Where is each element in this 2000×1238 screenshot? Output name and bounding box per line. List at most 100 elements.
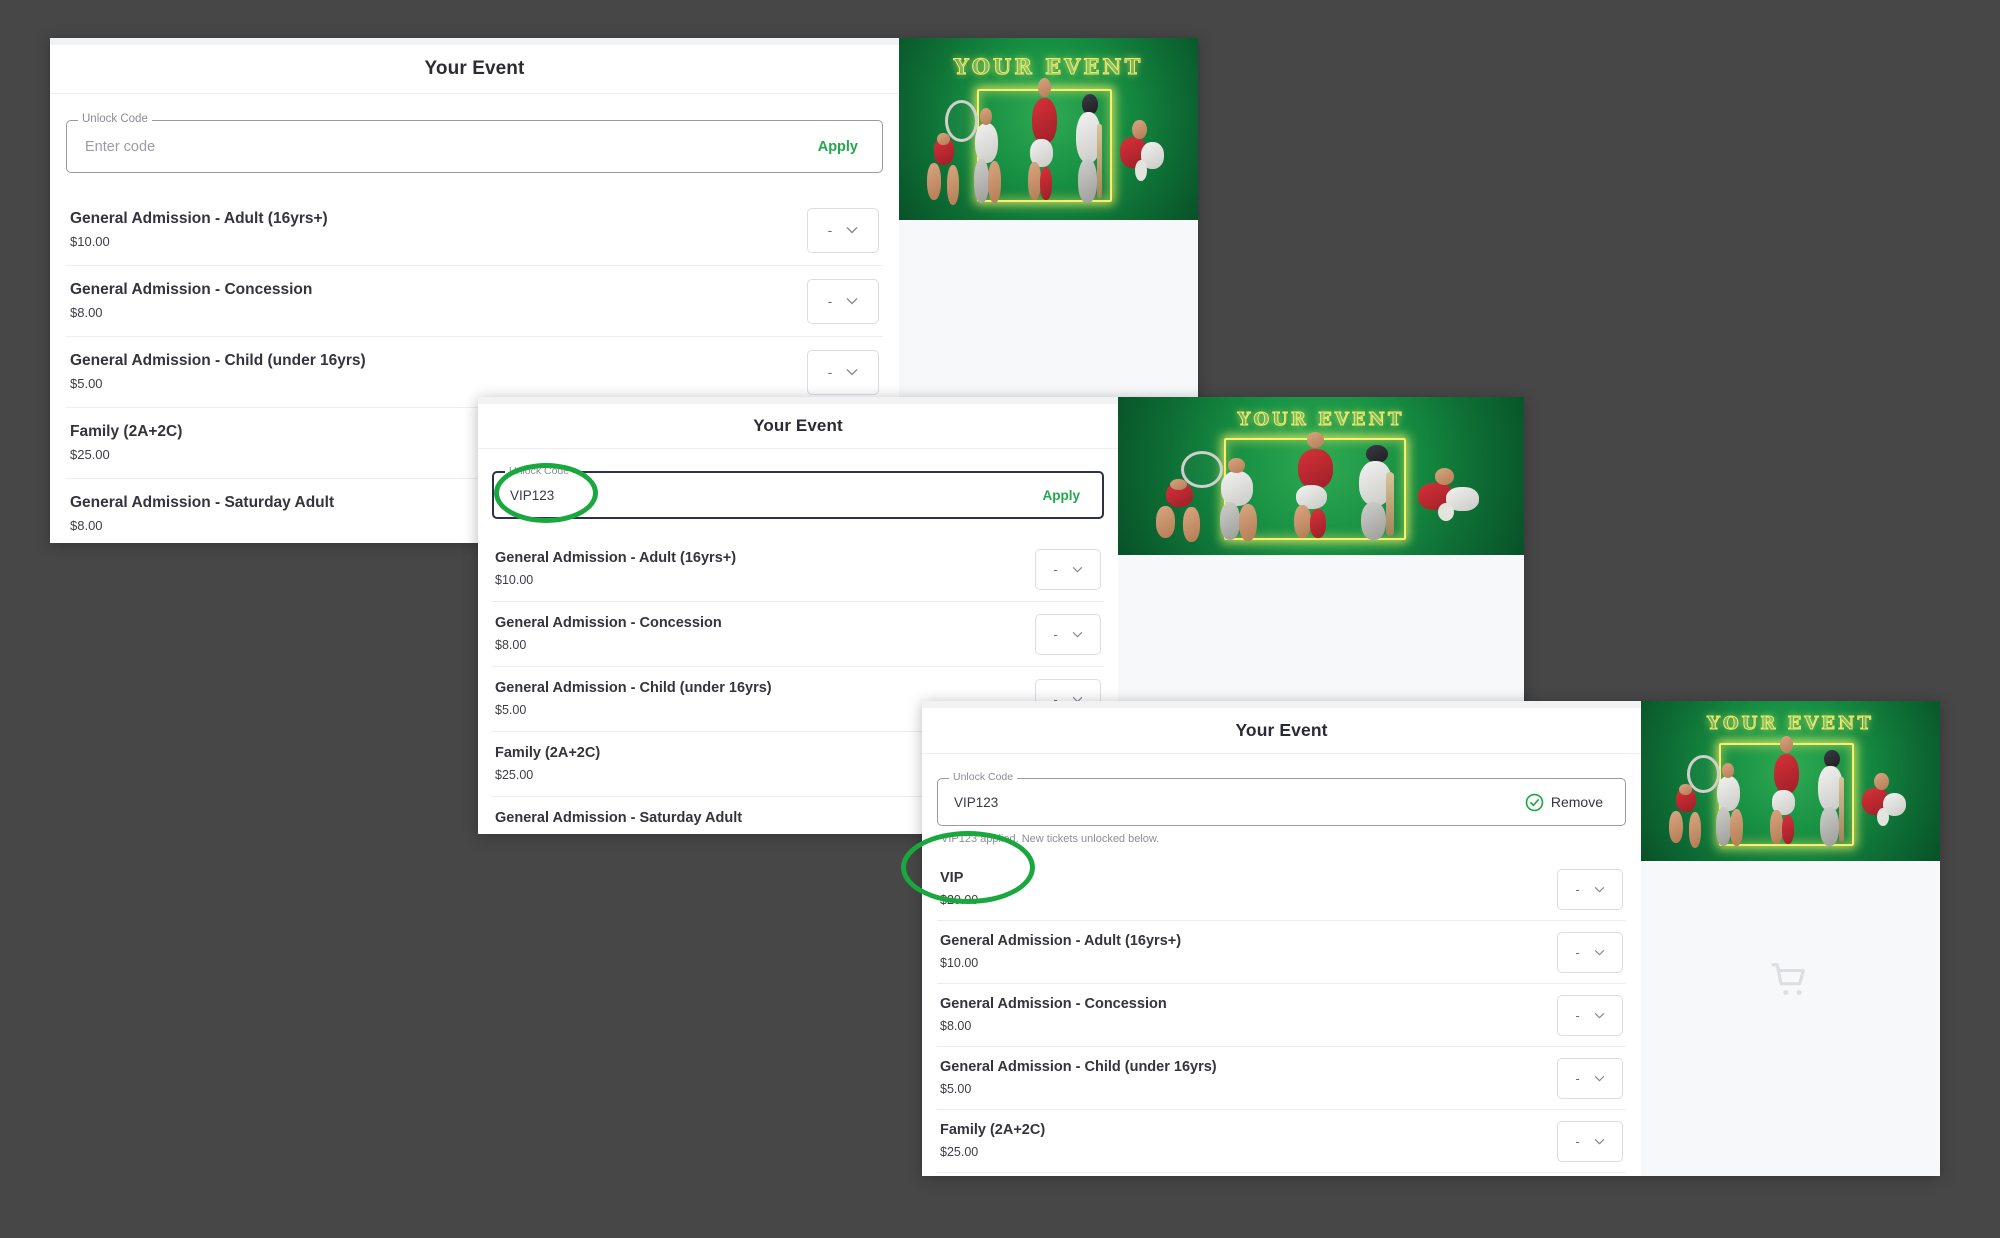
table-row: VIP $20.00 - (937, 858, 1626, 921)
shopping-cart-icon (1770, 963, 1805, 996)
quantity-select[interactable]: - (1035, 548, 1101, 590)
quantity-select[interactable]: - (1557, 1057, 1623, 1099)
unlock-code-field[interactable]: Unlock Code VIP123 Remove (937, 772, 1626, 826)
rugby-ball (1876, 807, 1889, 827)
athlete-rugby (1856, 771, 1916, 841)
quantity-select[interactable]: - (1557, 868, 1623, 910)
table-row: Family (2A+2C) $25.00 - (937, 1110, 1626, 1173)
ticket-price: $10.00 (495, 573, 534, 588)
panel2-top-strip (478, 397, 1118, 404)
quantity-select[interactable]: - (807, 207, 879, 253)
ticket-price: $8.00 (940, 1019, 972, 1034)
apply-button[interactable]: Apply (812, 138, 864, 156)
unlock-code-field[interactable]: Unlock Code VIP123 Apply (492, 466, 1104, 519)
ticket-price: $25.00 (940, 1145, 979, 1160)
panel2-titlebar: Your Event (478, 404, 1118, 449)
page-title: Your Event (424, 58, 525, 79)
panel3-body: Unlock Code VIP123 Remove VIP123 applied… (922, 772, 1641, 1176)
event-banner: YOUR EVENT (1641, 701, 1940, 861)
page-title: Your Event (1235, 720, 1328, 740)
chevron-down-icon (846, 369, 858, 376)
chevron-down-icon (846, 227, 858, 234)
athlete-sprinter (1150, 479, 1215, 549)
quantity-select[interactable]: - (807, 349, 879, 395)
quantity-value: - (827, 222, 833, 238)
table-row: General Admission - Saturday Adult $8.00… (937, 1173, 1626, 1176)
panel3-ticket-list: VIP $20.00 - General Admission - Adult (… (937, 858, 1626, 1176)
unlock-code-input[interactable]: Enter code (85, 139, 812, 155)
quantity-select[interactable]: - (807, 278, 879, 324)
quantity-select[interactable]: - (1557, 931, 1623, 973)
quantity-value: - (827, 364, 833, 380)
quantity-value: - (1575, 1070, 1580, 1086)
empty-cart-placeholder (1641, 951, 1940, 1011)
ticket-price: $25.00 (495, 768, 534, 783)
panel3-titlebar: Your Event (922, 708, 1641, 754)
ticket-name: General Admission - Concession (70, 280, 313, 298)
ticket-name: General Admission - Saturday Adult (495, 810, 743, 827)
cricket-bat (1838, 776, 1844, 843)
athlete-footballer (1019, 78, 1073, 205)
cricket-bat (1386, 471, 1394, 537)
panel3-content: Your Event Unlock Code VIP123 Remove VIP… (922, 701, 1641, 1176)
remove-button[interactable]: Remove (1519, 792, 1609, 813)
table-row: General Admission - Concession $8.00 - (937, 984, 1626, 1047)
ticket-price: $8.00 (495, 638, 527, 653)
banner-title: YOUR EVENT (1237, 409, 1405, 431)
athlete-tennis (1687, 755, 1758, 848)
event-banner: YOUR EVENT (899, 38, 1198, 220)
quantity-select[interactable]: - (1557, 1120, 1623, 1162)
ticket-name: General Admission - Child (under 16yrs) (70, 351, 366, 369)
athlete-footballer (1280, 431, 1353, 543)
ticket-panel-code-applied: Your Event Unlock Code VIP123 Remove VIP… (922, 701, 1940, 1176)
athlete-tennis (945, 99, 1016, 206)
unlock-code-field[interactable]: Unlock Code Enter code Apply (66, 113, 883, 173)
ticket-price: $10.00 (70, 234, 110, 250)
ticket-name: VIP (940, 870, 964, 887)
page-title: Your Event (753, 416, 843, 435)
ticket-price: $5.00 (495, 703, 527, 718)
apply-button[interactable]: Apply (1036, 487, 1086, 504)
banner-title: YOUR EVENT (953, 54, 1144, 80)
ticket-name: General Admission - Adult (16yrs+) (495, 550, 737, 567)
quantity-select[interactable]: - (1557, 994, 1623, 1036)
quantity-value: - (827, 293, 833, 309)
panel1-top-strip (50, 38, 899, 45)
quantity-value: - (1575, 944, 1580, 960)
table-row: General Admission - Adult (16yrs+) $10.0… (937, 921, 1626, 984)
rugby-ball (1437, 502, 1455, 521)
screenshot-stage: Your Event Unlock Code Enter code Apply … (0, 0, 2000, 1238)
ticket-price: $8.00 (70, 518, 103, 534)
unlock-code-input[interactable]: VIP123 (510, 488, 1036, 503)
panel2-unlock-wrap: Unlock Code VIP123 Apply (492, 466, 1104, 519)
table-row: General Admission - Adult (16yrs+) $10.0… (66, 195, 883, 266)
athlete-sprinter (1665, 784, 1713, 854)
chevron-down-icon (846, 298, 858, 305)
ticket-price: $25.00 (70, 447, 110, 463)
quantity-select[interactable]: - (1035, 613, 1101, 655)
ticket-name: Family (2A+2C) (940, 1122, 1046, 1139)
ticket-name: General Admission - Saturday Adult (70, 493, 335, 511)
ticket-price: $10.00 (940, 956, 979, 971)
ticket-price: $20.00 (940, 893, 979, 908)
athlete-footballer (1761, 736, 1815, 848)
table-row: General Admission - Concession $8.00 - (492, 602, 1104, 667)
ticket-name: General Admission - Concession (495, 615, 722, 632)
chevron-down-icon (1594, 1012, 1604, 1019)
ticket-price: $8.00 (495, 832, 742, 834)
ticket-price: $5.00 (940, 1082, 972, 1097)
athlete-sprinter (923, 132, 971, 213)
check-circle-icon (1525, 793, 1544, 811)
athlete-tennis (1181, 450, 1276, 543)
ticket-name: General Admission - Adult (16yrs+) (70, 209, 328, 227)
panel3-unlock-wrap: Unlock Code VIP123 Remove VIP123 applied… (937, 772, 1626, 845)
panel1-titlebar: Your Event (50, 45, 899, 94)
chevron-down-icon (1594, 1138, 1604, 1145)
quantity-value: - (1575, 881, 1580, 897)
rugby-ball (1134, 159, 1147, 181)
unlock-code-input[interactable]: VIP123 (954, 795, 1519, 810)
ticket-price: $8.00 (70, 305, 103, 321)
ticket-name: Family (2A+2C) (495, 745, 601, 762)
tennis-racket (1181, 450, 1223, 488)
chevron-down-icon (1594, 949, 1604, 956)
